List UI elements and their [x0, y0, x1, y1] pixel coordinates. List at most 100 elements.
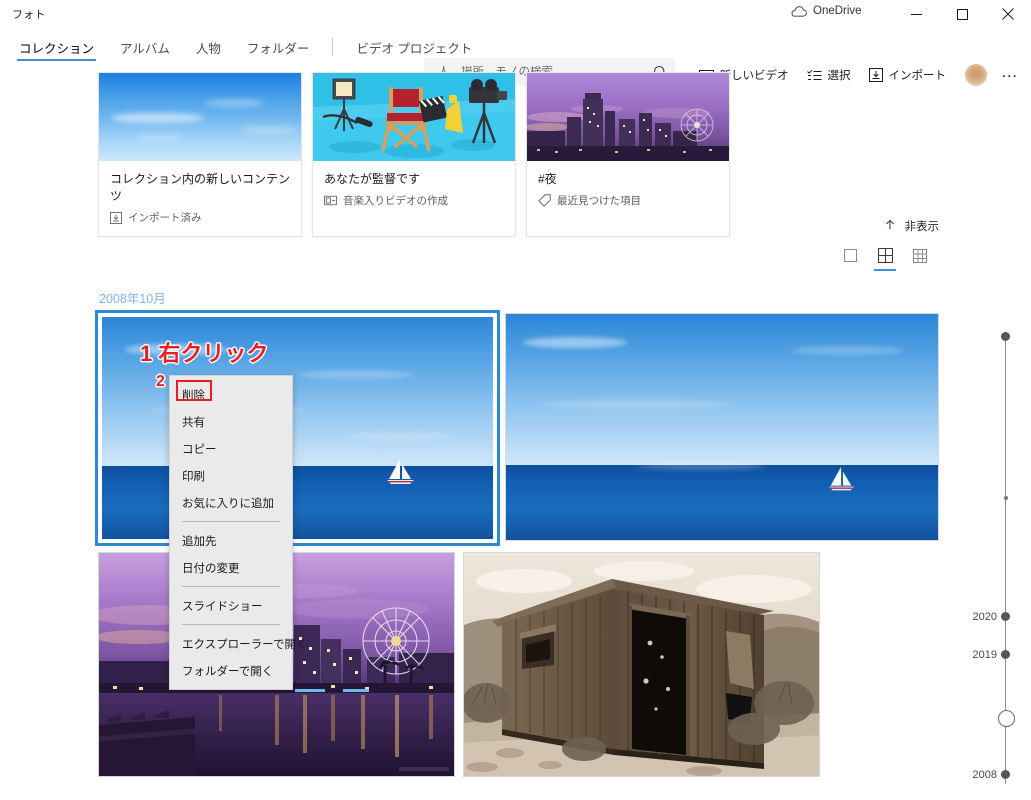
command-label: インポート	[888, 70, 947, 82]
film-studio-illustration	[313, 73, 515, 161]
minimize-button[interactable]	[893, 0, 939, 28]
timeline-dot-mid[interactable]	[1003, 496, 1008, 500]
tab-label: ビデオ プロジェクト	[356, 41, 473, 56]
card-subtitle-row: インポート済み	[110, 210, 290, 225]
title-bar: フォト OneDrive	[0, 0, 1031, 28]
menu-item-slideshow[interactable]: スライドショー	[170, 592, 292, 619]
square-icon	[843, 249, 857, 267]
hide-label: 非表示	[904, 221, 940, 233]
menu-separator	[182, 521, 280, 522]
import-button[interactable]: インポート	[860, 60, 956, 90]
tab-people[interactable]: 人物	[183, 28, 234, 66]
timeline-scrollbar[interactable]: 2020 2019 2008	[961, 320, 1031, 800]
more-options-button[interactable]: …	[995, 57, 1025, 93]
menu-item-print[interactable]: 印刷	[170, 462, 292, 489]
card-thumbnail	[527, 73, 729, 161]
card-thumbnail	[99, 73, 301, 161]
highlight-cards: コレクション内の新しいコンテンツ インポート済み あなたが監督です 音楽入りビデ…	[98, 72, 730, 237]
view-grid-small-button[interactable]	[909, 246, 931, 270]
menu-item-open-folder[interactable]: フォルダーで開く	[170, 657, 292, 684]
tab-albums[interactable]: アルバム	[107, 28, 183, 66]
card-you-are-director[interactable]: あなたが監督です 音楽入りビデオの作成	[312, 72, 516, 237]
menu-item-add-to-favorites[interactable]: お気に入りに追加	[170, 489, 292, 516]
card-new-content[interactable]: コレクション内の新しいコンテンツ インポート済み	[98, 72, 302, 237]
avatar[interactable]	[965, 64, 987, 86]
menu-item-label: コピー	[182, 443, 217, 456]
timeline-label-2019: 2019	[972, 648, 997, 661]
menu-item-label: 印刷	[182, 470, 205, 483]
new-video-icon	[324, 195, 337, 206]
menu-item-label: 追加先	[182, 535, 217, 548]
menu-item-label: スライドショー	[182, 600, 263, 613]
annotation-delete-highlight	[176, 380, 212, 401]
view-grid-large-button[interactable]	[874, 246, 896, 271]
menu-item-label: エクスプローラーで開く	[182, 638, 308, 651]
view-single-button[interactable]	[839, 246, 861, 270]
card-title: コレクション内の新しいコンテンツ	[110, 172, 291, 203]
app-title: フォト	[12, 9, 46, 21]
tab-list: コレクション アルバム 人物 フォルダー ビデオ プロジェクト	[6, 28, 485, 66]
timeline-dot-2019[interactable]	[1001, 650, 1010, 659]
menu-separator	[182, 624, 280, 625]
card-body: コレクション内の新しいコンテンツ インポート済み	[99, 161, 301, 236]
context-menu: 削除 共有 コピー 印刷 お気に入りに追加 追加先 日付の変更 スライドショー …	[169, 375, 307, 690]
date-group-header[interactable]: 2008年10月	[99, 288, 166, 307]
tab-folders[interactable]: フォルダー	[234, 28, 323, 66]
annotation-step-1: 1 右クリック	[140, 341, 269, 366]
navigation-bar: コレクション アルバム 人物 フォルダー ビデオ プロジェクト 人、場所、モノの…	[0, 28, 1031, 86]
cloud-icon	[790, 5, 807, 17]
view-mode-switcher	[839, 246, 931, 271]
menu-separator	[182, 586, 280, 587]
menu-item-change-date[interactable]: 日付の変更	[170, 554, 292, 581]
menu-item-label: お気に入りに追加	[182, 497, 274, 510]
menu-item-share[interactable]: 共有	[170, 408, 292, 435]
tab-label: 人物	[195, 41, 221, 56]
menu-item-copy[interactable]: コピー	[170, 435, 292, 462]
window-controls	[893, 0, 1031, 28]
card-title: #夜	[538, 172, 557, 186]
grid-9-icon	[913, 248, 927, 268]
command-label: 選択	[827, 70, 851, 82]
timeline-dot-2020[interactable]	[1001, 612, 1010, 621]
grid-4-icon	[877, 247, 893, 268]
select-button[interactable]: 選択	[798, 60, 860, 90]
card-subtitle: 最近見つけた項目	[557, 195, 641, 207]
photo-sailboat-seascape-2[interactable]	[505, 313, 939, 541]
card-title: あなたが監督です	[324, 172, 421, 186]
tab-collection[interactable]: コレクション	[6, 28, 107, 66]
timeline-label-2008: 2008	[972, 768, 997, 781]
card-night-tag[interactable]: #夜 最近見つけた項目	[526, 72, 730, 237]
night-cityscape-art	[527, 73, 729, 161]
menu-item-open-in-explorer[interactable]: エクスプローラーで開く	[170, 630, 307, 657]
onedrive-label: OneDrive	[813, 5, 862, 17]
tab-separator	[332, 38, 334, 56]
card-body: #夜 最近見つけた項目	[527, 161, 729, 219]
sailboat	[828, 467, 854, 491]
card-subtitle: インポート済み	[128, 212, 202, 224]
sepia-shack-art	[464, 553, 819, 776]
card-subtitle-row: 最近見つけた項目	[538, 193, 718, 208]
select-checklist-icon	[806, 69, 822, 82]
menu-item-add-to[interactable]: 追加先	[170, 527, 292, 554]
import-icon	[868, 68, 883, 82]
command-bar: 新しいビデオ 選択 インポート …	[690, 56, 1026, 94]
chevron-up-icon	[884, 219, 896, 234]
timeline-dot-top[interactable]	[1001, 332, 1010, 341]
timeline-label-2020: 2020	[972, 610, 997, 623]
close-button[interactable]	[985, 0, 1031, 28]
annotation-step-2: 2	[156, 373, 165, 390]
photo-sepia-wooden-shack[interactable]	[463, 552, 820, 777]
hide-toggle[interactable]: 非表示	[884, 218, 940, 234]
tab-label: コレクション	[19, 41, 95, 56]
card-thumbnail	[313, 73, 515, 161]
onedrive-status[interactable]: OneDrive	[790, 5, 862, 17]
timeline-handle[interactable]	[998, 710, 1015, 727]
photos-app-window: フォト OneDrive コレクション アルバム 人物 フォルダー ビデオ プロ…	[0, 0, 1031, 800]
tab-label: アルバム	[120, 41, 170, 56]
card-body: あなたが監督です 音楽入りビデオの作成	[313, 161, 515, 219]
card-subtitle-row: 音楽入りビデオの作成	[324, 193, 504, 208]
sailboat	[386, 458, 414, 484]
timeline-dot-2008[interactable]	[1001, 770, 1010, 779]
maximize-button[interactable]	[939, 0, 985, 28]
menu-item-label: フォルダーで開く	[182, 665, 274, 678]
